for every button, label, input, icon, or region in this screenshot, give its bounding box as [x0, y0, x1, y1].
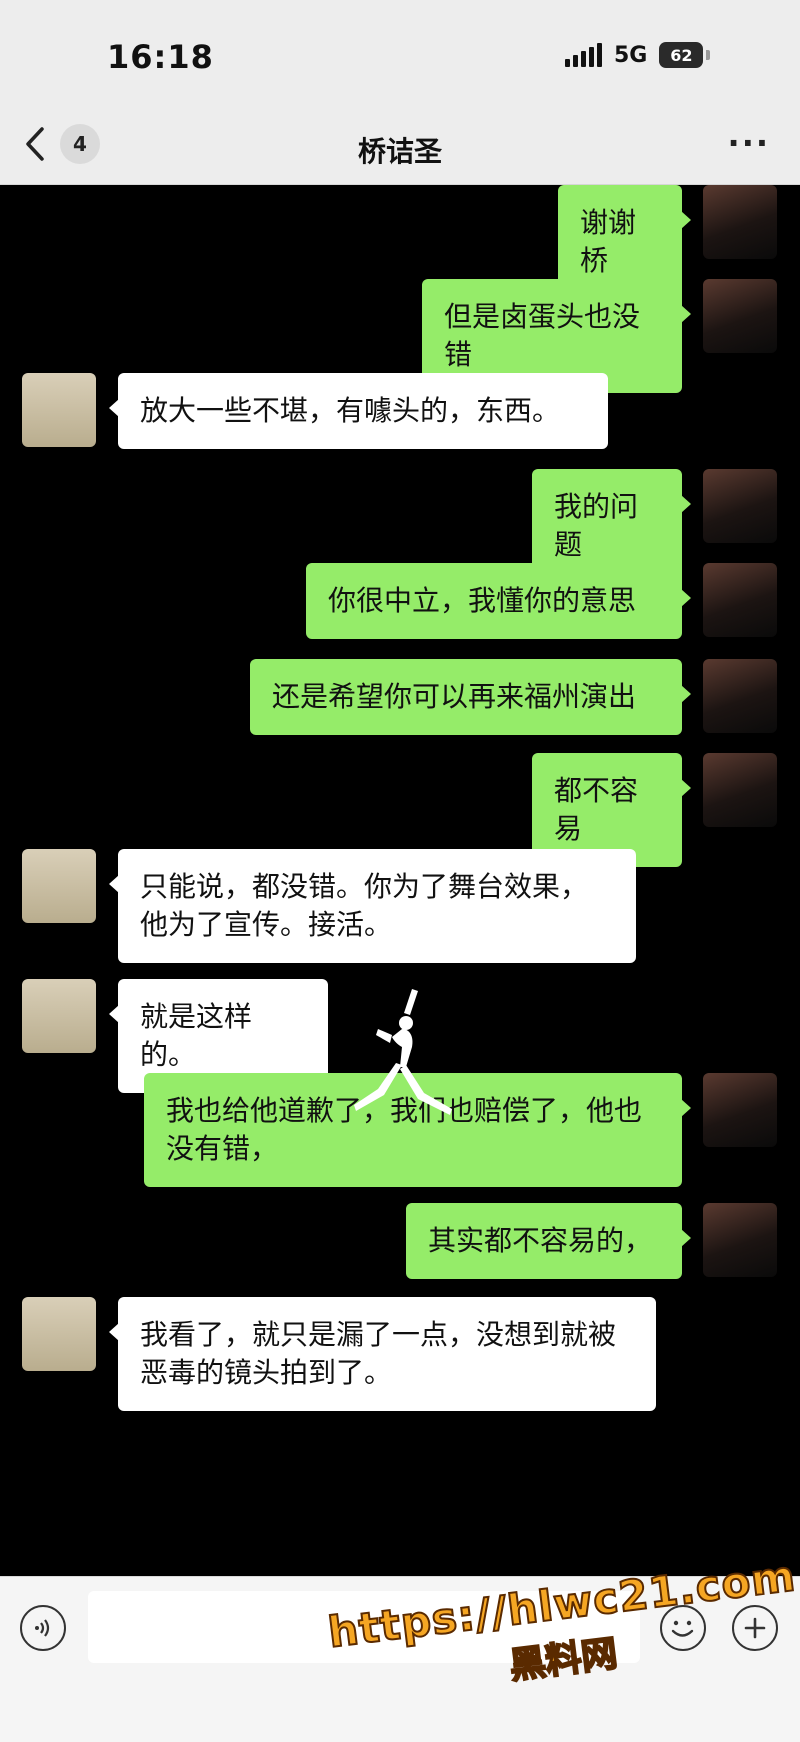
avatar-self[interactable] — [703, 279, 777, 353]
message-bubble[interactable]: 你很中立，我懂你的意思 — [306, 563, 691, 639]
message-bubble[interactable]: 还是希望你可以再来福州演出 — [250, 659, 691, 735]
nav-bar: 4 桥诘圣 ··· — [0, 110, 800, 185]
network-label: 5G — [614, 42, 648, 68]
avatar-contact[interactable] — [22, 1297, 96, 1371]
message-bubble[interactable]: 我看了，就只是漏了一点，没想到就被恶毒的镜头拍到了。 — [109, 1297, 656, 1411]
chat-area[interactable]: 谢谢桥 但是卤蛋头也没错 放大一些不堪，有噱头的，东西。 我的问题 你很中立，我懂你的意… — [0, 185, 800, 1575]
avatar-self[interactable] — [703, 185, 777, 259]
status-time: 16:18 — [107, 38, 214, 76]
avatar-self[interactable] — [703, 753, 777, 827]
more-icon[interactable]: ··· — [728, 124, 770, 162]
avatar-self[interactable] — [703, 1073, 777, 1147]
avatar-self[interactable] — [703, 469, 777, 543]
signal-icon — [565, 43, 602, 67]
voice-icon — [35, 1619, 50, 1637]
avatar-contact[interactable] — [22, 979, 96, 1053]
avatar-self[interactable] — [703, 659, 777, 733]
avatar-self[interactable] — [703, 1203, 777, 1277]
message-bubble[interactable]: 其实都不容易的， — [406, 1203, 691, 1279]
status-bar: 16:18 5G 62 — [0, 0, 800, 110]
jumpman-logo — [354, 989, 452, 1115]
message-bubble[interactable]: 只能说，都没错。你为了舞台效果，他为了宣传。接活。 — [109, 849, 636, 963]
avatar-contact[interactable] — [22, 373, 96, 447]
avatar-contact[interactable] — [22, 849, 96, 923]
avatar-self[interactable] — [703, 563, 777, 637]
chat-title: 桥诘圣 — [357, 135, 442, 168]
status-indicators: 5G 62 — [565, 42, 711, 68]
voice-button[interactable] — [20, 1605, 66, 1651]
message-bubble[interactable]: 放大一些不堪，有噱头的，东西。 — [109, 373, 608, 449]
battery-icon: 62 — [659, 42, 711, 68]
battery-level: 62 — [670, 45, 693, 65]
